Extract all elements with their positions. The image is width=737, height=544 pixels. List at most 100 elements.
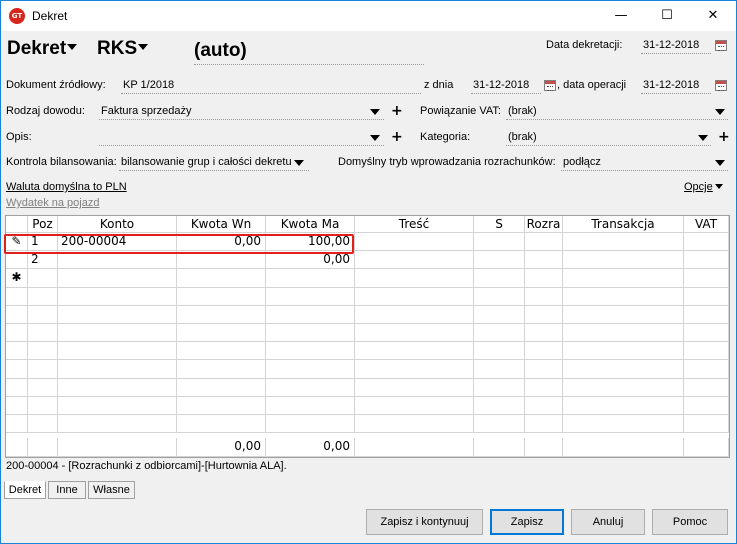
- table-cell[interactable]: [355, 305, 474, 324]
- cell-kwota-wn[interactable]: [177, 360, 266, 379]
- calendar-icon[interactable]: [715, 40, 727, 51]
- tab-wlasne[interactable]: Własne: [88, 481, 135, 499]
- cell-poz[interactable]: [28, 360, 58, 379]
- cell-poz[interactable]: [28, 269, 58, 288]
- table-cell[interactable]: [684, 396, 729, 415]
- column-header[interactable]: Transakcja: [563, 216, 684, 233]
- table-cell[interactable]: [525, 360, 563, 379]
- cell-konto[interactable]: [58, 342, 177, 361]
- table-cell[interactable]: [563, 378, 684, 397]
- table-cell[interactable]: [525, 396, 563, 415]
- cell-konto[interactable]: [58, 269, 177, 288]
- column-header[interactable]: Rozra: [525, 216, 563, 233]
- cell-kwota-wn[interactable]: [177, 305, 266, 324]
- cell-poz[interactable]: [28, 305, 58, 324]
- table-cell[interactable]: [474, 378, 525, 397]
- table-cell[interactable]: [525, 305, 563, 324]
- column-header[interactable]: VAT: [684, 216, 729, 233]
- cell-konto[interactable]: [58, 415, 177, 434]
- cell-kwota-wn[interactable]: [177, 324, 266, 343]
- cell-poz[interactable]: [28, 342, 58, 361]
- cell-kwota-ma[interactable]: [266, 378, 355, 397]
- table-cell[interactable]: [474, 233, 525, 252]
- chevron-down-icon[interactable]: [698, 135, 708, 141]
- table-cell[interactable]: [563, 269, 684, 288]
- table-cell[interactable]: [474, 269, 525, 288]
- balance-control-select[interactable]: bilansowanie grup i całości dekretu: [119, 154, 309, 171]
- cell-kwota-wn[interactable]: [177, 342, 266, 361]
- cell-kwota-ma[interactable]: [266, 287, 355, 306]
- table-cell[interactable]: [355, 233, 474, 252]
- vat-link-select[interactable]: (brak): [506, 103, 728, 120]
- cell-konto[interactable]: [58, 305, 177, 324]
- table-cell[interactable]: [474, 287, 525, 306]
- close-button[interactable]: ✕: [690, 1, 736, 31]
- add-category-icon[interactable]: +: [718, 130, 730, 144]
- table-cell[interactable]: [474, 305, 525, 324]
- document-type-dropdown[interactable]: Dekret: [7, 38, 78, 60]
- maximize-button[interactable]: ☐: [644, 1, 690, 31]
- table-cell[interactable]: [474, 360, 525, 379]
- column-header[interactable]: Kwota Ma: [266, 216, 355, 233]
- table-cell[interactable]: [684, 378, 729, 397]
- decree-date-field[interactable]: 31-12-2018: [641, 37, 711, 54]
- table-cell[interactable]: [355, 378, 474, 397]
- cell-konto[interactable]: [58, 324, 177, 343]
- cell-kwota-wn[interactable]: [177, 378, 266, 397]
- column-header[interactable]: Kwota Wn: [177, 216, 266, 233]
- table-cell[interactable]: [684, 324, 729, 343]
- table-cell[interactable]: [525, 269, 563, 288]
- description-field[interactable]: [99, 129, 384, 146]
- table-cell[interactable]: [684, 233, 729, 252]
- table-cell[interactable]: [563, 233, 684, 252]
- table-cell[interactable]: [563, 342, 684, 361]
- operation-date-field[interactable]: 31-12-2018: [641, 77, 711, 94]
- cell-kwota-wn[interactable]: [177, 396, 266, 415]
- calendar-icon[interactable]: [715, 80, 727, 91]
- cancel-button[interactable]: Anuluj: [571, 509, 645, 535]
- cell-kwota-ma[interactable]: [266, 360, 355, 379]
- table-cell[interactable]: [684, 342, 729, 361]
- table-cell[interactable]: [525, 324, 563, 343]
- table-cell[interactable]: [474, 251, 525, 270]
- add-description-icon[interactable]: +: [391, 130, 403, 144]
- table-cell[interactable]: [355, 324, 474, 343]
- cell-kwota-ma[interactable]: [266, 396, 355, 415]
- chevron-down-icon[interactable]: [294, 160, 304, 166]
- table-cell[interactable]: [525, 415, 563, 434]
- document-number[interactable]: (auto): [194, 40, 424, 65]
- cell-konto[interactable]: [58, 378, 177, 397]
- table-cell[interactable]: [525, 342, 563, 361]
- settlement-mode-select[interactable]: podłącz: [561, 154, 728, 171]
- source-doc-field[interactable]: KP 1/2018: [121, 77, 421, 94]
- table-cell[interactable]: [355, 251, 474, 270]
- car-expense-link[interactable]: Wydatek na pojazd: [6, 197, 99, 209]
- table-cell[interactable]: [525, 233, 563, 252]
- calendar-icon[interactable]: [544, 80, 556, 91]
- chevron-down-icon[interactable]: [370, 109, 380, 115]
- cell-kwota-ma[interactable]: [266, 342, 355, 361]
- table-cell[interactable]: [684, 415, 729, 434]
- table-cell[interactable]: [563, 305, 684, 324]
- cell-kwota-ma[interactable]: [266, 305, 355, 324]
- table-cell[interactable]: [684, 269, 729, 288]
- column-header[interactable]: Konto: [58, 216, 177, 233]
- add-proof-type-icon[interactable]: +: [391, 104, 403, 118]
- column-header[interactable]: Treść: [355, 216, 474, 233]
- table-cell[interactable]: [355, 415, 474, 434]
- proof-type-select[interactable]: Faktura sprzedaży: [99, 103, 384, 120]
- help-button[interactable]: Pomoc: [652, 509, 728, 535]
- table-cell[interactable]: [563, 287, 684, 306]
- save-button[interactable]: Zapisz: [490, 509, 564, 535]
- table-cell[interactable]: [684, 360, 729, 379]
- column-header[interactable]: S: [474, 216, 525, 233]
- table-cell[interactable]: [563, 360, 684, 379]
- table-cell[interactable]: [563, 415, 684, 434]
- table-cell[interactable]: [355, 396, 474, 415]
- table-cell[interactable]: [474, 415, 525, 434]
- cell-poz[interactable]: [28, 324, 58, 343]
- table-cell[interactable]: [684, 251, 729, 270]
- table-cell[interactable]: [563, 396, 684, 415]
- cell-kwota-ma[interactable]: [266, 324, 355, 343]
- from-date-field[interactable]: 31-12-2018: [471, 77, 541, 94]
